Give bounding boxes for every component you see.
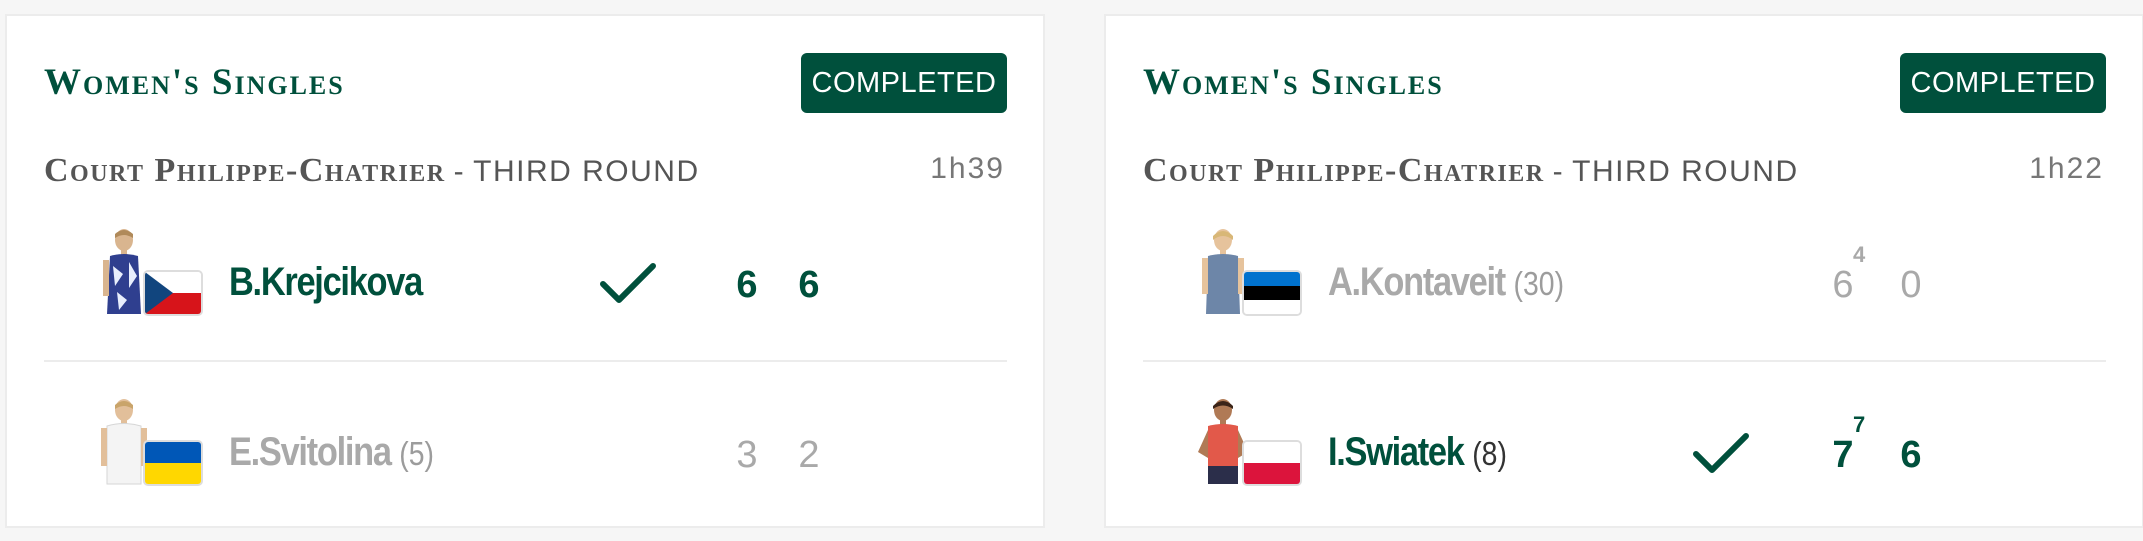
winner-check-icon [1693,433,1749,473]
round-label: THIRD ROUND [473,155,700,188]
row-divider [1143,360,2106,362]
player-name[interactable]: I.Swiatek (8) [1328,430,1507,475]
player-seed: (8) [1472,435,1507,472]
set-score: 6 [1900,434,1922,476]
round-label: THIRD ROUND [1572,155,1799,188]
event-title: Women's Singles [44,62,345,103]
ukraine-flag [143,440,203,486]
status-badge: COMPLETED [1900,53,2106,113]
match-card[interactable]: Women's Singles COMPLETED Court Philippe… [1104,14,2143,528]
separator: - [453,155,466,188]
tiebreak-score: 4 [1853,242,1866,267]
set-score: 6 [798,264,820,306]
set-score: 64 [1832,242,1866,307]
player-row[interactable]: I.Swiatek (8) 77 6 [1106,392,2142,512]
player-name[interactable]: A.Kontaveit (30) [1328,260,1564,305]
match-duration: 1h39 [930,152,1005,185]
winner-check-icon [600,263,656,303]
player-row[interactable]: A.Kontaveit (30) 64 0 [1106,222,2142,342]
court-round-line: Court Philippe-Chatrier - THIRD ROUND [44,152,700,190]
player-row[interactable]: B.Krejcikova 6 6 [7,222,1043,342]
match-card[interactable]: Women's Singles COMPLETED Court Philippe… [5,14,1045,528]
court-name: Court Philippe-Chatrier [44,152,446,189]
event-title: Women's Singles [1143,62,1444,103]
player-row[interactable]: E.Svitolina (5) 3 2 [7,392,1043,512]
czech-republic-flag [143,270,203,316]
player-name[interactable]: B.Krejcikova [229,260,431,305]
match-duration: 1h22 [2029,152,2104,185]
status-badge: COMPLETED [801,53,1007,113]
player-seed: (30) [1513,265,1565,302]
court-name: Court Philippe-Chatrier [1143,152,1545,189]
player-seed: (5) [399,435,434,472]
player-name[interactable]: E.Svitolina (5) [229,430,434,475]
row-divider [44,360,1007,362]
set-score: 3 [736,434,758,476]
court-round-line: Court Philippe-Chatrier - THIRD ROUND [1143,152,1799,190]
separator: - [1552,155,1565,188]
set-score: 0 [1900,264,1922,306]
set-score: 77 [1832,412,1866,477]
set-score: 6 [736,264,758,306]
poland-flag [1242,440,1302,486]
estonia-flag [1242,270,1302,316]
set-score: 2 [798,434,820,476]
tiebreak-score: 7 [1853,412,1866,437]
